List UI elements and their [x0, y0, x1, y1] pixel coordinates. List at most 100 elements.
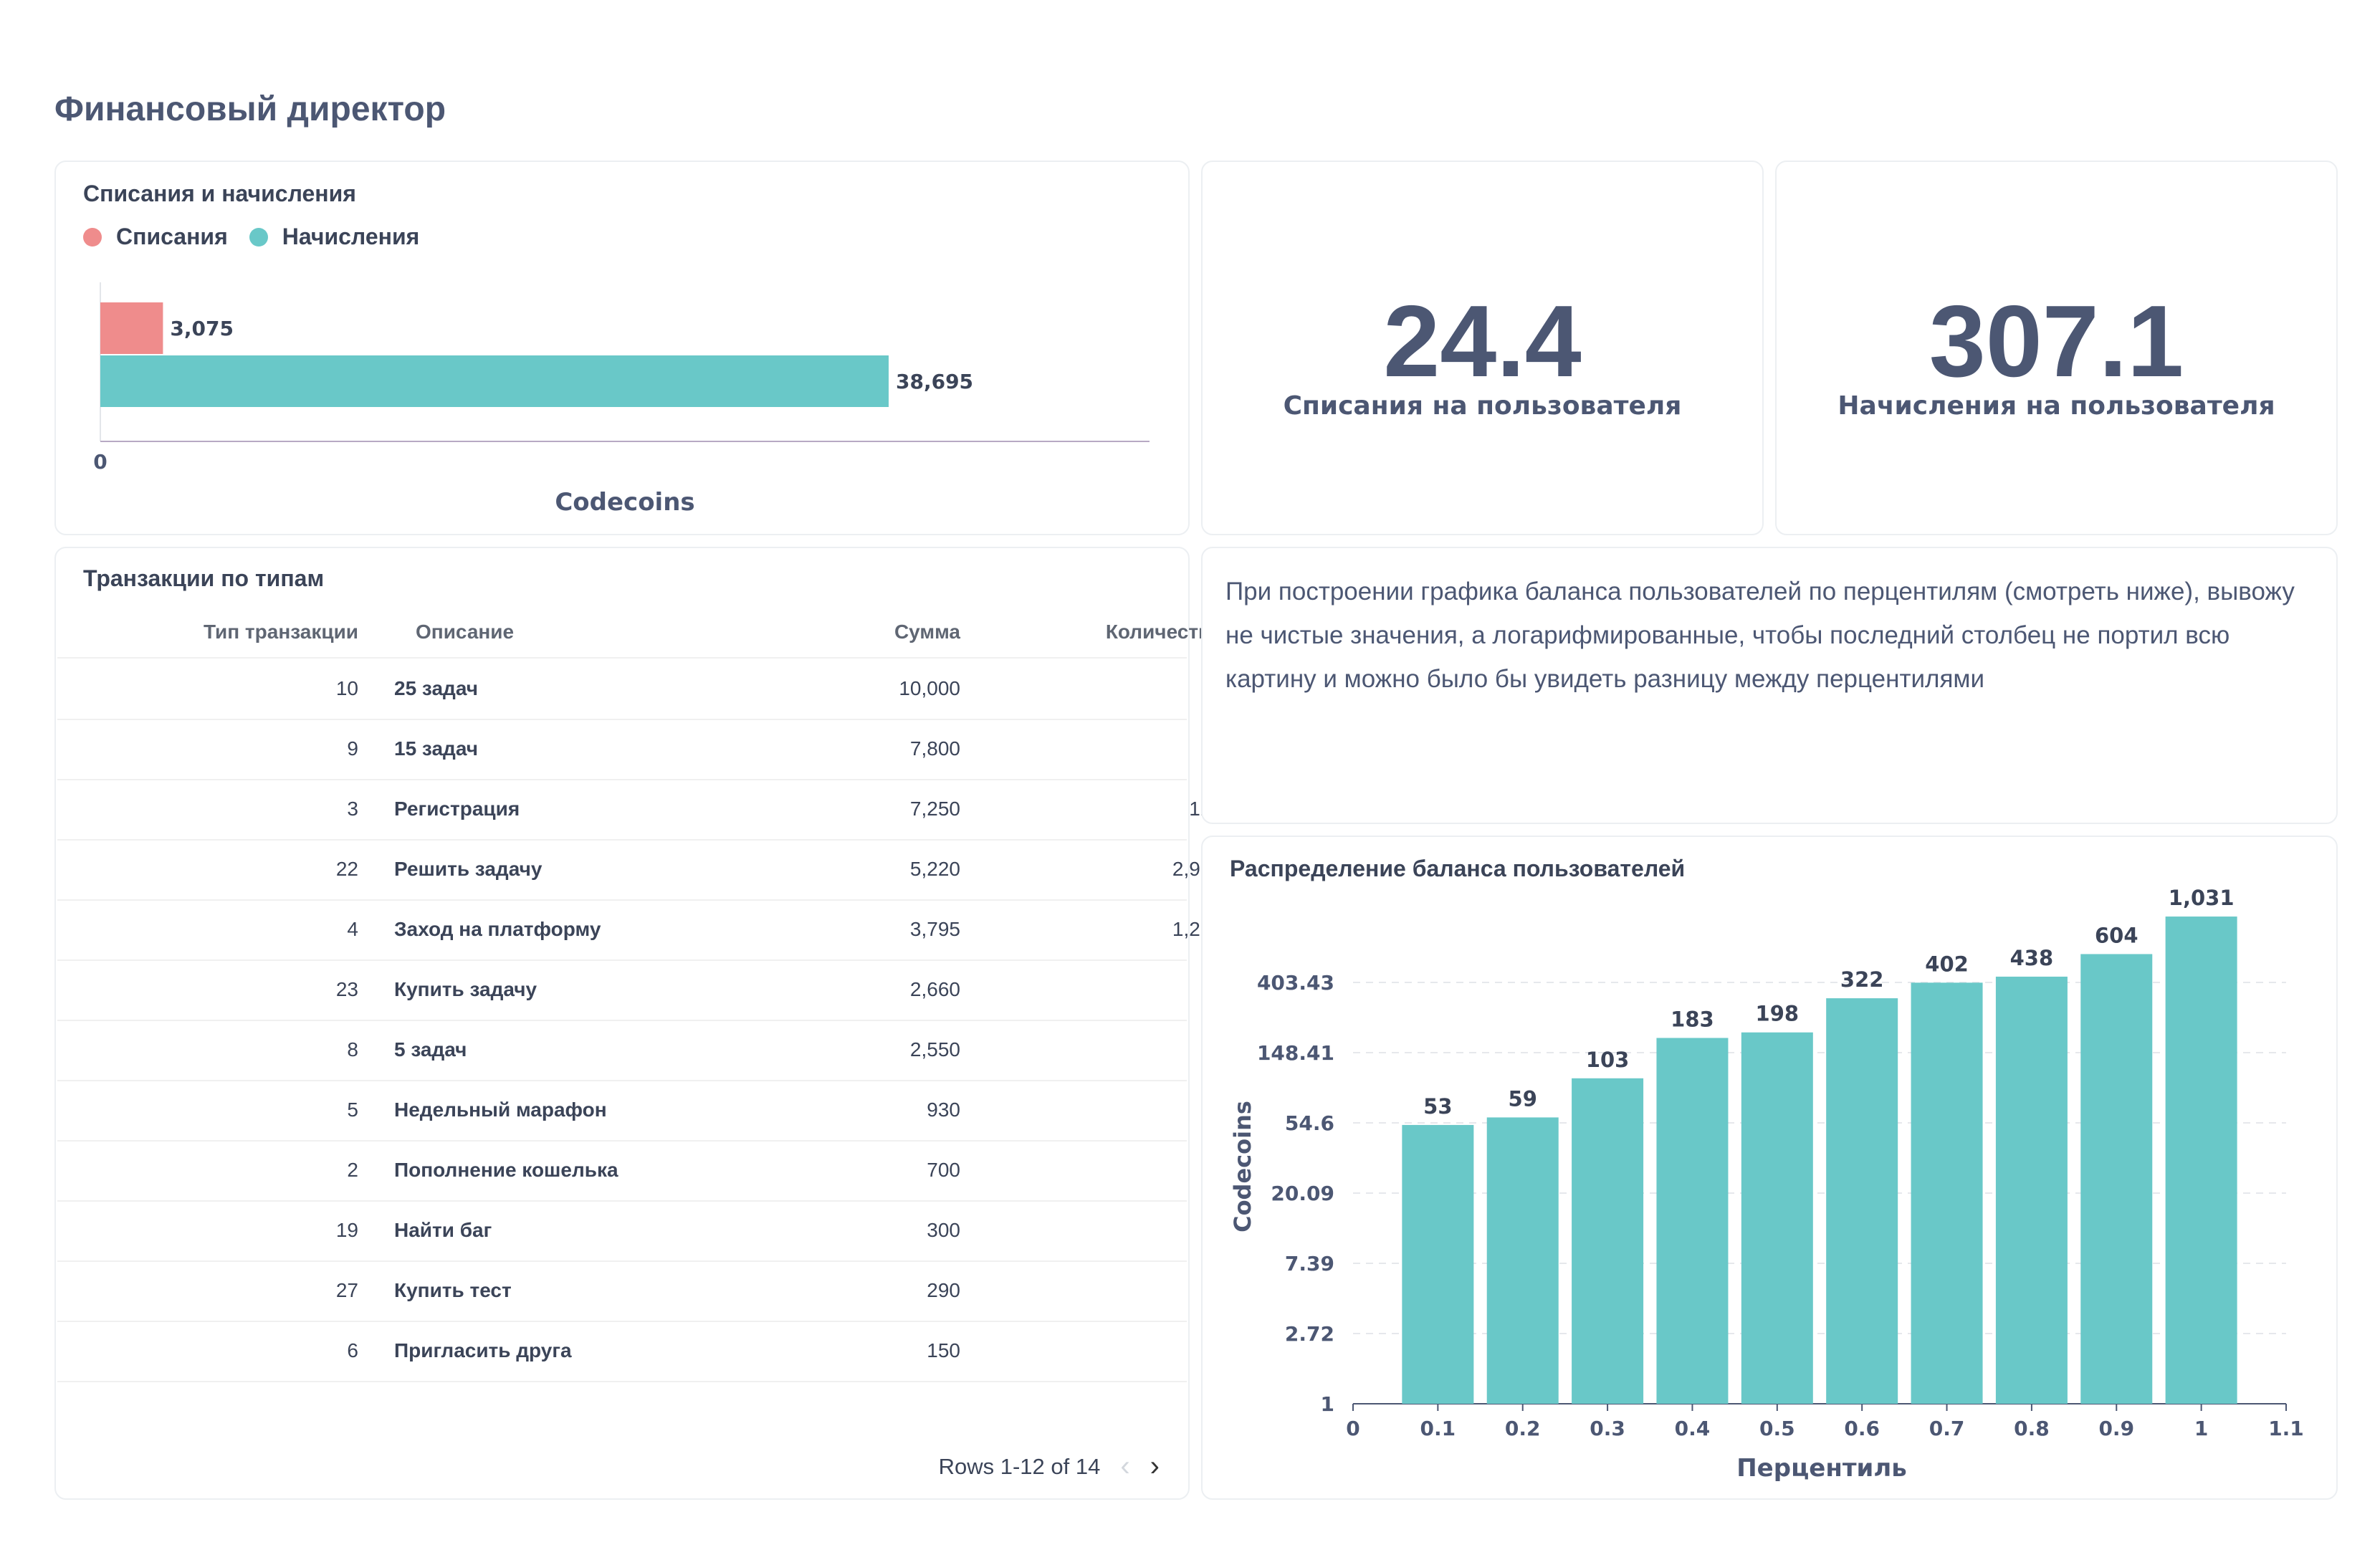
x-tick-label: 0.5 — [1759, 1417, 1795, 1440]
data-label: 53 — [1423, 1094, 1452, 1119]
x-tick-label: 0.6 — [1844, 1417, 1880, 1440]
cell-sum: 150 — [927, 1339, 960, 1361]
distribution-bar-chart: Codecoins Перцентиль 1 2.72 7.39 20.09 54.6 1… — [1229, 886, 2304, 1483]
bar[interactable] — [1995, 976, 2068, 1404]
cell-description: 15 задач — [394, 737, 478, 760]
page-title: Финансовый директор — [54, 90, 446, 128]
cell-sum: 10,000 — [899, 677, 960, 699]
data-label: 438 — [2010, 946, 2054, 970]
cell-sum: 7,250 — [909, 798, 960, 820]
bar[interactable] — [2080, 954, 2153, 1404]
bar[interactable] — [1572, 1078, 1644, 1404]
y-tick-label: 2.72 — [1285, 1322, 1334, 1346]
table-row[interactable]: 9 15 задач 7,800 78 — [57, 719, 1223, 780]
cell-description: Регистрация — [394, 798, 520, 820]
y-tick-label: 20.09 — [1271, 1182, 1334, 1205]
table-row[interactable]: 6 Пригласить друга 150 1 — [57, 1321, 1223, 1382]
column-header-count[interactable]: Количество — [967, 607, 1223, 657]
table-row[interactable]: 10 25 задач 10,000 50 — [57, 659, 1223, 720]
cell-count: 1 — [967, 1321, 1223, 1381]
bar[interactable] — [1826, 998, 1898, 1404]
cell-description: Купить задачу — [394, 978, 537, 1000]
cell-type: 22 — [335, 858, 358, 880]
table-row[interactable]: 19 Найти баг 300 2 — [57, 1200, 1223, 1262]
x-tick-label: 0.7 — [1929, 1417, 1965, 1440]
bar[interactable] — [1486, 1117, 1559, 1404]
table-row[interactable]: 27 Купить тест 290 14 — [57, 1260, 1223, 1322]
cell-count: 2 — [967, 1200, 1223, 1260]
cell-count: 14 — [967, 1260, 1223, 1321]
data-label: 183 — [1671, 1007, 1714, 1031]
x-tick-label: 0.1 — [1420, 1417, 1456, 1440]
chevron-right-icon[interactable]: › — [1150, 1450, 1160, 1483]
table-header: Тип транзакции Описание Сумма Количество — [57, 607, 1223, 659]
cell-sum: 2,550 — [909, 1038, 960, 1061]
bar[interactable] — [1656, 1038, 1729, 1404]
data-label: 59 — [1509, 1086, 1537, 1111]
cell-type: 2 — [347, 1159, 358, 1181]
scalar-credits-card: 307.1 Начисления на пользователя — [1775, 161, 2338, 535]
column-header-sum[interactable]: Сумма — [767, 607, 960, 657]
data-label: 402 — [1925, 952, 1969, 976]
cell-description: Недельный марафон — [394, 1099, 607, 1121]
cell-count: 85 — [967, 1020, 1223, 1080]
x-tick-label: 0 — [1346, 1417, 1359, 1440]
scalar-value: 24.4 — [1383, 284, 1582, 398]
column-header-description[interactable]: Описание — [416, 607, 788, 657]
table-row[interactable]: 2 Пополнение кошелька 700 3 — [57, 1140, 1223, 1202]
cell-count: 78 — [967, 719, 1223, 779]
cell-sum: 930 — [927, 1099, 960, 1121]
bar[interactable] — [1741, 1032, 1813, 1404]
cell-type: 5 — [347, 1099, 358, 1121]
cell-count: 31 — [967, 1080, 1223, 1140]
cell-description: 5 задач — [394, 1038, 467, 1061]
x-tick-label: 0.9 — [2098, 1417, 2134, 1440]
data-label: 38,695 — [896, 370, 973, 393]
cell-count: 2,989 — [1172, 858, 1223, 880]
data-label: 3,075 — [170, 317, 234, 340]
table-row[interactable]: 5 Недельный марафон 930 31 — [57, 1080, 1223, 1142]
cell-sum: 7,800 — [909, 737, 960, 760]
y-tick-label: 1 — [1321, 1392, 1334, 1416]
table-row[interactable]: 23 Купить задачу 2,660 99 — [57, 959, 1223, 1021]
cell-sum: 5,220 — [909, 858, 960, 880]
bar-credits[interactable] — [100, 355, 889, 407]
cell-description: Купить тест — [394, 1279, 512, 1301]
table-row[interactable]: 3 Регистрация 7,250 121 — [57, 779, 1223, 841]
data-label: 198 — [1756, 1002, 1800, 1026]
column-header-type[interactable]: Тип транзакции — [57, 607, 358, 657]
note-text: При построении графика баланса пользоват… — [1225, 578, 2295, 693]
data-label: 604 — [2095, 923, 2138, 947]
table-row[interactable]: 22 Решить задачу 5,220 2,989 — [57, 839, 1223, 901]
cell-description: Заход на платформу — [394, 918, 601, 940]
pagination: Rows 1-12 of 14 ‹ › — [939, 1450, 1160, 1483]
y-axis-label: Codecoins — [1229, 1101, 1256, 1233]
chevron-left-icon[interactable]: ‹ — [1120, 1450, 1129, 1483]
x-tick-label: 0.2 — [1505, 1417, 1541, 1440]
cell-description: 25 задач — [394, 677, 478, 699]
cell-count: 3 — [967, 1140, 1223, 1200]
cell-sum: 290 — [927, 1279, 960, 1301]
data-label: 1,031 — [2169, 886, 2235, 910]
table-row[interactable]: 4 Заход на платформу 3,795 1,265 — [57, 899, 1223, 961]
bar[interactable] — [1402, 1124, 1474, 1404]
x-tick-label: 0.4 — [1675, 1417, 1711, 1440]
x-tick-label: 0.3 — [1590, 1417, 1625, 1440]
cell-count: 1,265 — [1172, 918, 1223, 940]
cell-description: Пригласить друга — [394, 1339, 572, 1361]
cell-sum: 300 — [927, 1219, 960, 1241]
bar[interactable] — [2165, 916, 2237, 1404]
table-row[interactable]: 8 5 задач 2,550 85 — [57, 1020, 1223, 1081]
x-tick-label: 1.1 — [2268, 1417, 2304, 1440]
cell-description: Решить задачу — [394, 858, 543, 880]
charges-card: Списания и начисления Списания Начислени… — [54, 161, 1190, 535]
bar-writeoffs[interactable] — [100, 302, 163, 354]
cell-sum: 3,795 — [909, 918, 960, 940]
bar[interactable] — [1911, 982, 1983, 1404]
cell-type: 6 — [347, 1339, 358, 1361]
x-tick-label: 1 — [2194, 1417, 2208, 1440]
cell-type: 8 — [347, 1038, 358, 1061]
y-tick-label: 54.6 — [1285, 1111, 1334, 1135]
y-tick-label: 148.41 — [1257, 1041, 1334, 1065]
distribution-card: Распределение баланса пользователей Code… — [1201, 836, 2338, 1500]
